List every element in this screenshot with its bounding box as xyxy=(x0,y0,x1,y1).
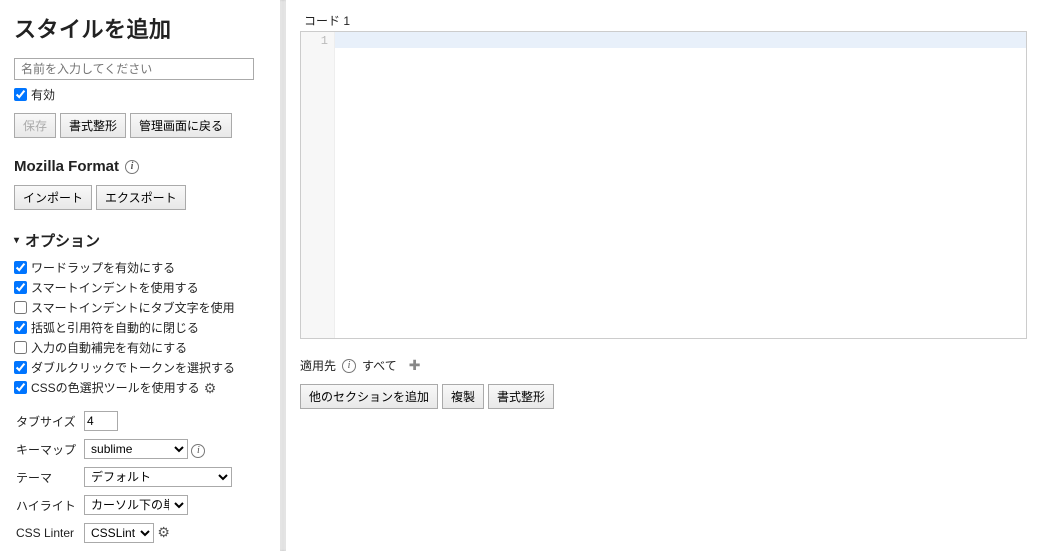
beautify-button[interactable]: 書式整形 xyxy=(60,113,126,138)
applies-to-label: 適用先 xyxy=(300,357,336,374)
applies-to-row: 適用先 i すべて ✚ xyxy=(300,357,1027,374)
indenttabs-checkbox[interactable] xyxy=(14,301,27,314)
option-wordwrap[interactable]: ワードラップを有効にする xyxy=(14,259,268,276)
sidebar: スタイルを追加 有効 保存 書式整形 管理画面に戻る Mozilla Forma… xyxy=(0,0,280,551)
gutter-line: 1 xyxy=(301,34,328,48)
page-title: スタイルを追加 xyxy=(14,12,268,44)
enabled-checkbox-row[interactable]: 有効 xyxy=(14,86,268,103)
enabled-label: 有効 xyxy=(31,86,55,103)
smartindent-checkbox[interactable] xyxy=(14,281,27,294)
add-applies-button[interactable]: ✚ xyxy=(409,357,421,374)
linter-select[interactable]: CSSLint xyxy=(84,523,154,543)
beautify-section-button[interactable]: 書式整形 xyxy=(488,384,554,409)
linter-label: CSS Linter xyxy=(16,520,82,546)
applies-to-value: すべて xyxy=(362,357,397,374)
name-row xyxy=(14,58,268,80)
chevron-down-icon: ▾ xyxy=(14,235,19,246)
highlight-select[interactable]: カーソル下の単語 xyxy=(84,495,188,515)
option-smartindent[interactable]: スマートインデントを使用する xyxy=(14,279,268,296)
info-icon[interactable]: i xyxy=(342,359,356,373)
keymap-select[interactable]: sublime xyxy=(84,439,188,459)
info-icon[interactable]: i xyxy=(191,444,205,458)
back-button[interactable]: 管理画面に戻る xyxy=(130,113,232,138)
keymap-label: キーマップ xyxy=(16,436,82,462)
autocomplete-checkbox[interactable] xyxy=(14,341,27,354)
export-button[interactable]: エクスポート xyxy=(96,185,186,210)
action-buttons: 保存 書式整形 管理画面に戻る xyxy=(14,113,268,138)
section-buttons: 他のセクションを追加 複製 書式整形 xyxy=(300,384,1027,409)
tabsize-label: タブサイズ xyxy=(16,408,82,434)
clone-button[interactable]: 複製 xyxy=(442,384,484,409)
option-autocomplete[interactable]: 入力の自動補完を有効にする xyxy=(14,339,268,356)
colorpicker-checkbox[interactable] xyxy=(14,381,27,394)
style-name-input[interactable] xyxy=(14,58,254,80)
theme-label: テーマ xyxy=(16,464,82,490)
mozilla-buttons: インポート エクスポート xyxy=(14,185,268,210)
theme-select[interactable]: デフォルト xyxy=(84,467,232,487)
option-dblclick[interactable]: ダブルクリックでトークンを選択する xyxy=(14,359,268,376)
option-autoclose[interactable]: 括弧と引用符を自動的に閉じる xyxy=(14,319,268,336)
gear-icon[interactable]: ⚙ xyxy=(157,525,170,539)
autoclose-checkbox[interactable] xyxy=(14,321,27,334)
code-body[interactable] xyxy=(335,32,1026,338)
code-section-label: コード 1 xyxy=(300,12,1027,29)
code-editor[interactable]: 1 xyxy=(300,31,1027,339)
settings-table: タブサイズ キーマップ sublime i テーマ デフォルト xyxy=(14,406,240,548)
enabled-checkbox[interactable] xyxy=(14,88,27,101)
save-button[interactable]: 保存 xyxy=(14,113,56,138)
wordwrap-checkbox[interactable] xyxy=(14,261,27,274)
code-active-line xyxy=(335,32,1026,48)
add-section-button[interactable]: 他のセクションを追加 xyxy=(300,384,438,409)
dblclick-checkbox[interactable] xyxy=(14,361,27,374)
mozilla-format-heading: Mozilla Format i xyxy=(14,158,268,175)
option-colorpicker[interactable]: CSSの色選択ツールを使用する ⚙ xyxy=(14,379,268,396)
highlight-label: ハイライト xyxy=(16,492,82,518)
options-heading[interactable]: ▾ オプション xyxy=(14,230,268,251)
code-gutter: 1 xyxy=(301,32,335,338)
tabsize-input[interactable] xyxy=(84,411,118,431)
info-icon[interactable]: i xyxy=(125,160,139,174)
option-indenttabs[interactable]: スマートインデントにタブ文字を使用 xyxy=(14,299,268,316)
main-pane: コード 1 1 適用先 i すべて ✚ 他のセクションを追加 複製 書式整形 xyxy=(286,0,1041,551)
gear-icon[interactable]: ⚙ xyxy=(204,381,217,395)
import-button[interactable]: インポート xyxy=(14,185,92,210)
